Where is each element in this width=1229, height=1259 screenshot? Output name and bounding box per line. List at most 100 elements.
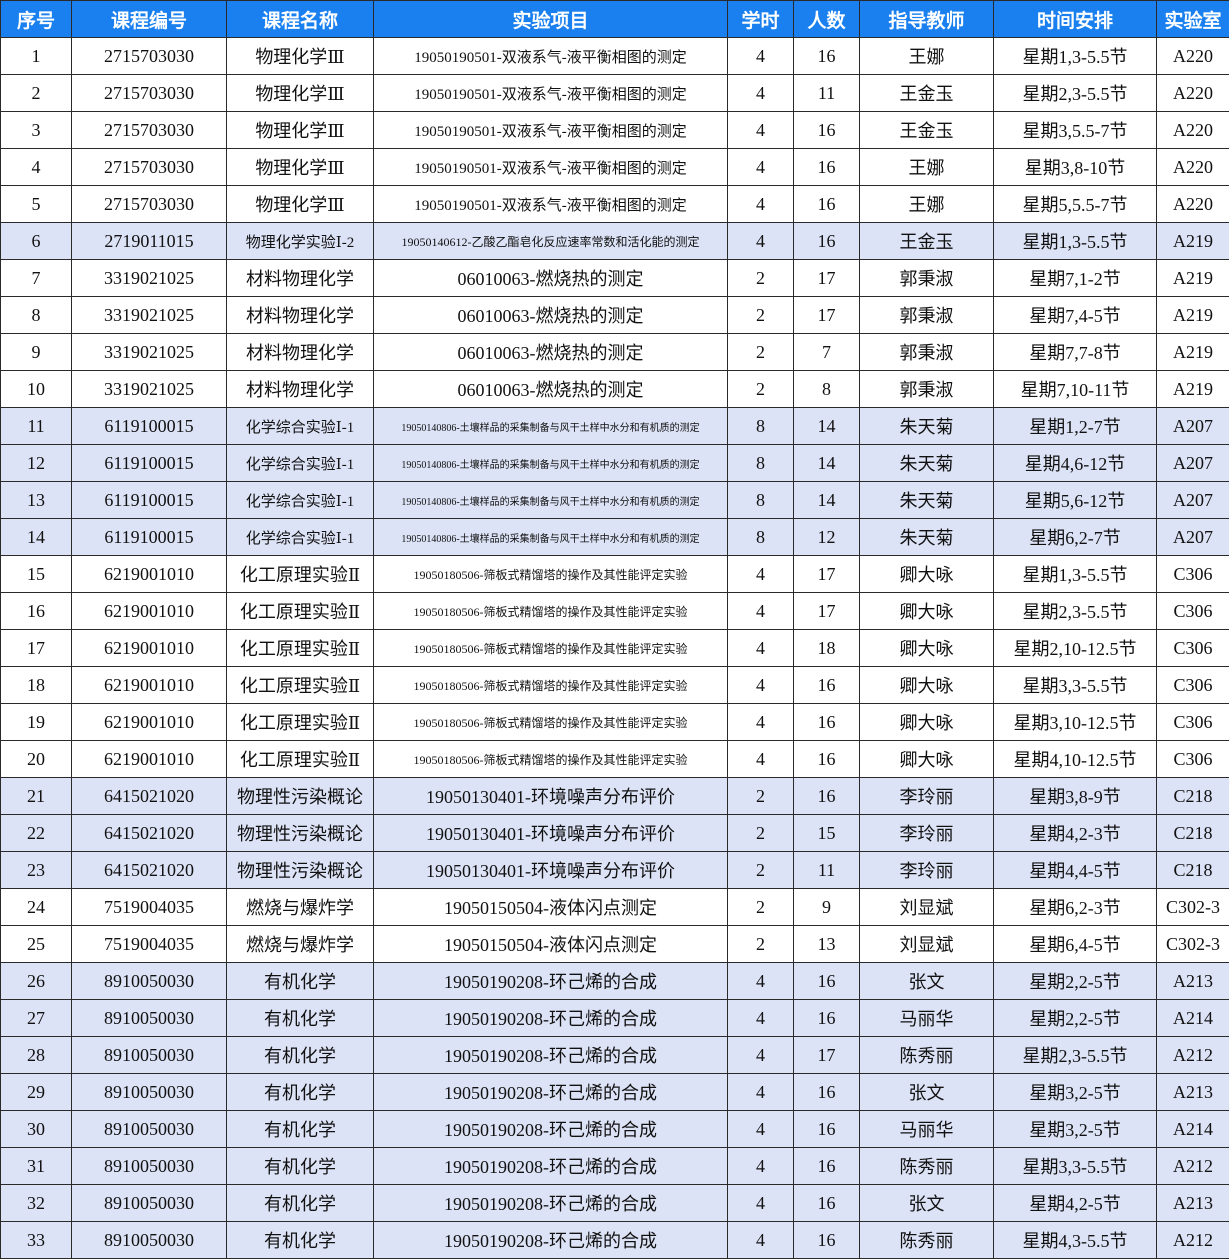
cell-project: 06010063-燃烧热的测定	[373, 370, 728, 408]
table-row: 22 6415021020 物理性污染概论 19050130401-环境噪声分布评价 2…	[0, 814, 1229, 852]
cell-course-code: 6219001010	[71, 592, 227, 630]
cell-teacher: 马丽华	[859, 999, 994, 1037]
cell-time: 星期3,3-5.5节	[993, 1147, 1157, 1185]
cell-people: 16	[793, 1147, 860, 1185]
cell-time: 星期6,4-5节	[993, 925, 1157, 963]
cell-no: 23	[0, 851, 72, 889]
cell-hours: 4	[727, 666, 794, 704]
cell-room: A219	[1156, 296, 1229, 334]
cell-room: A219	[1156, 222, 1229, 260]
cell-people: 16	[793, 1184, 860, 1222]
cell-room: A207	[1156, 407, 1229, 445]
cell-hours: 4	[727, 703, 794, 741]
cell-teacher: 陈秀丽	[859, 1221, 994, 1259]
table-row: 1 2715703030 物理化学Ⅲ 19050190501-双液系气-液平衡相图的测…	[0, 37, 1229, 75]
cell-course-code: 6219001010	[71, 629, 227, 667]
cell-project: 06010063-燃烧热的测定	[373, 333, 728, 371]
cell-time: 星期3,2-5节	[993, 1073, 1157, 1111]
cell-course-name: 化工原理实验Ⅱ	[226, 666, 374, 704]
cell-time: 星期4,6-12节	[993, 444, 1157, 482]
cell-project: 19050190501-双液系气-液平衡相图的测定	[373, 37, 728, 75]
cell-no: 21	[0, 777, 72, 815]
experiment-schedule-table: 序号 课程编号 课程名称 实验项目 学时 人数 指导教师 时间安排 实验室 12…	[0, 0, 1229, 1259]
cell-room: A219	[1156, 370, 1229, 408]
cell-course-code: 8910050030	[71, 1110, 227, 1148]
cell-project: 19050180506-筛板式精馏塔的操作及其性能评定实验	[373, 703, 728, 741]
cell-room: C306	[1156, 629, 1229, 667]
cell-hours: 2	[727, 296, 794, 334]
cell-project: 19050190208-环己烯的合成	[373, 962, 728, 1000]
cell-room: A220	[1156, 111, 1229, 149]
cell-course-code: 3319021025	[71, 370, 227, 408]
cell-project: 19050130401-环境噪声分布评价	[373, 814, 728, 852]
cell-project: 19050190208-环己烯的合成	[373, 1221, 728, 1259]
cell-course-name: 有机化学	[226, 1036, 374, 1074]
cell-hours: 2	[727, 814, 794, 852]
cell-course-code: 6219001010	[71, 666, 227, 704]
cell-project: 19050190501-双液系气-液平衡相图的测定	[373, 185, 728, 223]
cell-people: 17	[793, 555, 860, 593]
cell-project: 19050190501-双液系气-液平衡相图的测定	[373, 74, 728, 112]
cell-teacher: 朱天菊	[859, 444, 994, 482]
header-no: 序号	[0, 0, 72, 38]
cell-people: 16	[793, 740, 860, 778]
cell-room: A220	[1156, 37, 1229, 75]
cell-course-name: 化学综合实验Ⅰ-1	[226, 407, 374, 445]
cell-course-name: 化工原理实验Ⅱ	[226, 740, 374, 778]
cell-course-code: 8910050030	[71, 1073, 227, 1111]
cell-no: 6	[0, 222, 72, 260]
cell-people: 16	[793, 185, 860, 223]
cell-teacher: 张文	[859, 962, 994, 1000]
cell-hours: 4	[727, 1147, 794, 1185]
cell-people: 16	[793, 962, 860, 1000]
table-row: 25 7519004035 燃烧与爆炸学 19050150504-液体闪点测定 2 13 刘…	[0, 925, 1229, 963]
cell-no: 10	[0, 370, 72, 408]
table-row: 16 6219001010 化工原理实验Ⅱ 19050180506-筛板式精馏塔的操作…	[0, 592, 1229, 630]
cell-project: 06010063-燃烧热的测定	[373, 296, 728, 334]
cell-teacher: 郭秉淑	[859, 259, 994, 297]
cell-project: 19050150504-液体闪点测定	[373, 888, 728, 926]
cell-hours: 8	[727, 444, 794, 482]
cell-time: 星期7,1-2节	[993, 259, 1157, 297]
cell-course-name: 化工原理实验Ⅱ	[226, 555, 374, 593]
table-row: 12 6119100015 化学综合实验Ⅰ-1 19050140806-土壤样品的采集…	[0, 444, 1229, 482]
cell-course-code: 8910050030	[71, 1184, 227, 1222]
cell-teacher: 马丽华	[859, 1110, 994, 1148]
cell-teacher: 李玲丽	[859, 777, 994, 815]
cell-project: 19050150504-液体闪点测定	[373, 925, 728, 963]
cell-teacher: 王娜	[859, 148, 994, 186]
cell-course-code: 3319021025	[71, 333, 227, 371]
cell-room: A207	[1156, 481, 1229, 519]
table-body: 1 2715703030 物理化学Ⅲ 19050190501-双液系气-液平衡相图的测…	[0, 37, 1229, 1259]
header-teacher: 指导教师	[859, 0, 994, 38]
table-row: 11 6119100015 化学综合实验Ⅰ-1 19050140806-土壤样品的采集…	[0, 407, 1229, 445]
cell-course-code: 3319021025	[71, 296, 227, 334]
cell-people: 16	[793, 999, 860, 1037]
cell-teacher: 张文	[859, 1184, 994, 1222]
cell-no: 19	[0, 703, 72, 741]
table-row: 7 3319021025 材料物理化学 06010063-燃烧热的测定 2 17 郭秉淑 星期…	[0, 259, 1229, 297]
cell-people: 16	[793, 666, 860, 704]
cell-people: 16	[793, 111, 860, 149]
cell-project: 19050190501-双液系气-液平衡相图的测定	[373, 148, 728, 186]
cell-teacher: 王金玉	[859, 74, 994, 112]
cell-hours: 4	[727, 999, 794, 1037]
cell-hours: 4	[727, 74, 794, 112]
cell-teacher: 陈秀丽	[859, 1036, 994, 1074]
cell-course-name: 物理性污染概论	[226, 814, 374, 852]
cell-course-code: 3319021025	[71, 259, 227, 297]
table-row: 5 2715703030 物理化学Ⅲ 19050190501-双液系气-液平衡相图的测…	[0, 185, 1229, 223]
cell-people: 16	[793, 148, 860, 186]
cell-hours: 4	[727, 37, 794, 75]
cell-time: 星期3,10-12.5节	[993, 703, 1157, 741]
cell-hours: 2	[727, 851, 794, 889]
cell-course-code: 2715703030	[71, 148, 227, 186]
table-row: 13 6119100015 化学综合实验Ⅰ-1 19050140806-土壤样品的采集…	[0, 481, 1229, 519]
cell-project: 19050140806-土壤样品的采集制备与风干土样中水分和有机质的测定	[373, 407, 728, 445]
cell-room: C302-3	[1156, 888, 1229, 926]
cell-time: 星期1,3-5.5节	[993, 555, 1157, 593]
cell-course-code: 8910050030	[71, 999, 227, 1037]
cell-course-name: 燃烧与爆炸学	[226, 888, 374, 926]
cell-people: 8	[793, 370, 860, 408]
cell-course-name: 化工原理实验Ⅱ	[226, 703, 374, 741]
